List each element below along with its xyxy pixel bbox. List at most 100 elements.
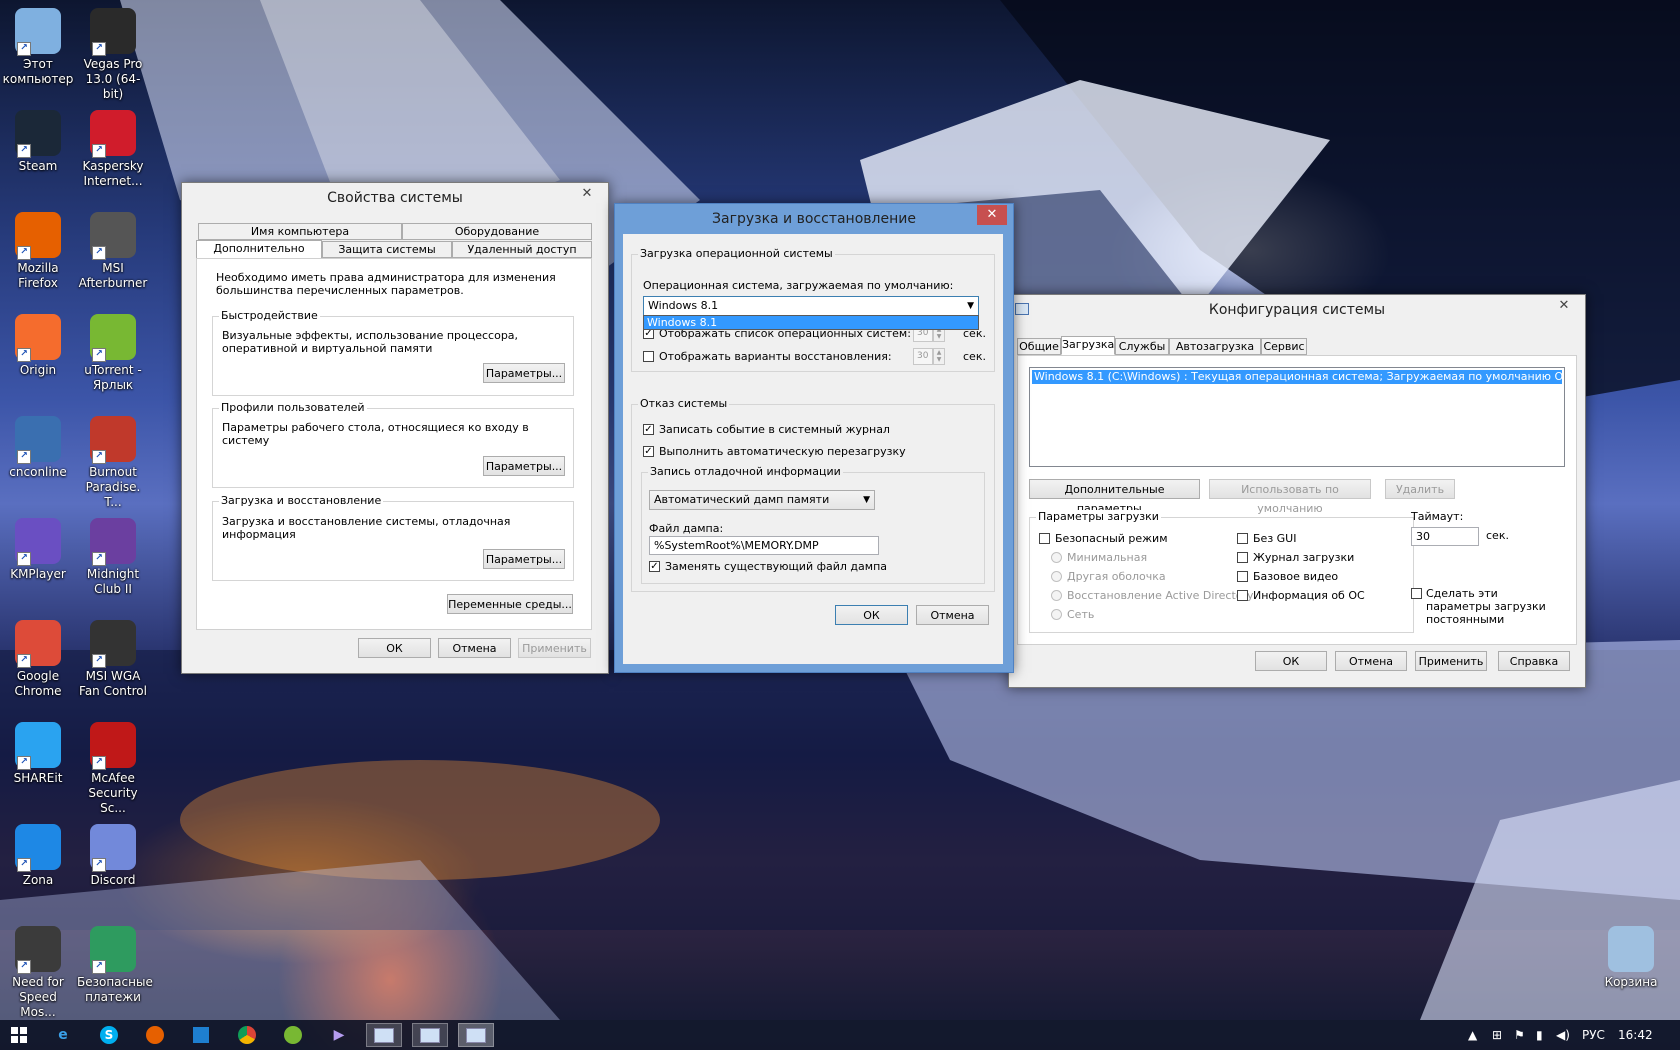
- title-bar[interactable]: Конфигурация системы ✕: [1009, 295, 1585, 325]
- taskbar-window-3[interactable]: [458, 1023, 494, 1047]
- desktop-icon-nfs[interactable]: ↗ Need for Speed Mos...: [2, 926, 74, 1020]
- close-button[interactable]: ✕: [1549, 296, 1579, 316]
- taskbar-window-2[interactable]: [412, 1023, 448, 1047]
- taskbar-skype-icon[interactable]: S: [94, 1023, 124, 1047]
- desktop-icon-burnout[interactable]: ↗ Burnout Paradise. T...: [77, 416, 149, 510]
- taskbar-kmplayer-icon[interactable]: ▶: [324, 1023, 354, 1047]
- tab-boot[interactable]: Загрузка: [1061, 336, 1115, 355]
- profiles-params-button[interactable]: Параметры...: [483, 456, 565, 476]
- boot-entry-selected[interactable]: Windows 8.1 (C:\Windows) : Текущая опера…: [1032, 370, 1562, 384]
- tray-clock[interactable]: 16:42: [1618, 1028, 1653, 1042]
- minimal-radio[interactable]: [1051, 552, 1062, 563]
- dropdown-list[interactable]: Windows 8.1: [643, 315, 979, 330]
- start-button[interactable]: [4, 1023, 34, 1047]
- auto-restart-checkbox[interactable]: ✓: [643, 446, 654, 457]
- ok-button[interactable]: ОК: [1255, 651, 1327, 671]
- cancel-button[interactable]: Отмена: [916, 605, 989, 625]
- tab-computer-name[interactable]: Имя компьютера: [198, 223, 402, 240]
- tab-remote[interactable]: Удаленный доступ: [452, 241, 592, 258]
- taskbar-window-1[interactable]: [366, 1023, 402, 1047]
- tray-language[interactable]: РУС: [1582, 1028, 1605, 1042]
- timeout-input[interactable]: 30: [1411, 527, 1479, 546]
- fancontrol-icon: ↗: [90, 620, 136, 668]
- tray-arrow-icon[interactable]: ▲: [1468, 1028, 1477, 1042]
- tab-general[interactable]: Общие: [1017, 338, 1061, 355]
- desktop-icon-vegas[interactable]: ↗ Vegas Pro 13.0 (64-bit): [77, 8, 149, 102]
- dump-file-input[interactable]: %SystemRoot%\MEMORY.DMP: [649, 536, 879, 555]
- advanced-options-button[interactable]: Дополнительные параметры...: [1029, 479, 1200, 515]
- desktop-icon-safe-payments[interactable]: ↗ Безопасные платежи: [77, 926, 153, 1005]
- desktop-icon-midnightclub[interactable]: ↗ Midnight Club II: [77, 518, 149, 597]
- apply-button[interactable]: Применить: [518, 638, 591, 658]
- tray-network-icon[interactable]: ▮: [1536, 1028, 1543, 1042]
- ok-button[interactable]: ОК: [835, 605, 908, 625]
- desktop-icon-shareit[interactable]: ↗ SHAREit: [2, 722, 74, 786]
- cancel-button[interactable]: Отмена: [1335, 651, 1407, 671]
- desktop-icon-mcafee[interactable]: ↗ McAfee Security Sc...: [77, 722, 149, 816]
- tray-flag-icon[interactable]: ⚑: [1514, 1028, 1525, 1042]
- help-button[interactable]: Справка: [1498, 651, 1570, 671]
- ad-repair-radio[interactable]: [1051, 590, 1062, 601]
- recovery-timeout-input[interactable]: 30: [913, 348, 933, 365]
- desktop-icon-firefox[interactable]: ↗ Mozilla Firefox: [2, 212, 74, 291]
- tab-tools[interactable]: Сервис: [1261, 338, 1307, 355]
- desktop-icon-steam[interactable]: ↗ Steam: [2, 110, 74, 174]
- safe-boot-checkbox[interactable]: [1039, 533, 1050, 544]
- taskbar-app-icon[interactable]: [186, 1023, 216, 1047]
- write-event-checkbox[interactable]: ✓: [643, 424, 654, 435]
- tray-windows-icon[interactable]: ⊞: [1492, 1028, 1502, 1042]
- ok-button[interactable]: ОК: [358, 638, 431, 658]
- close-button[interactable]: ✕: [572, 184, 602, 204]
- title-bar[interactable]: Свойства системы ✕: [182, 183, 608, 213]
- overwrite-checkbox[interactable]: ✓: [649, 561, 660, 572]
- default-os-dropdown[interactable]: Windows 8.1 ▼: [643, 296, 979, 316]
- dropdown-option[interactable]: Windows 8.1: [644, 316, 978, 329]
- close-button[interactable]: ✕: [977, 205, 1007, 225]
- desktop-icon-origin[interactable]: ↗ Origin: [2, 314, 74, 378]
- set-default-button[interactable]: Использовать по умолчанию: [1209, 479, 1371, 515]
- taskbar-ie-icon[interactable]: e: [48, 1023, 78, 1047]
- alt-shell-radio[interactable]: [1051, 571, 1062, 582]
- desktop-icon-fancontrol[interactable]: ↗ MSI WGA Fan Control: [77, 620, 149, 699]
- delete-button[interactable]: Удалить: [1385, 479, 1455, 499]
- base-video-checkbox[interactable]: [1237, 571, 1248, 582]
- env-vars-button[interactable]: Переменные среды...: [447, 594, 573, 614]
- desktop-icon-label: Безопасные платежи: [77, 975, 153, 1004]
- desktop-icon-afterburner[interactable]: ↗ MSI Afterburner: [77, 212, 149, 291]
- window-title: Загрузка и восстановление: [712, 211, 916, 227]
- taskbar-firefox-icon[interactable]: [140, 1023, 170, 1047]
- cancel-button[interactable]: Отмена: [438, 638, 511, 658]
- desktop-icon-recycle-bin[interactable]: Корзина: [1595, 926, 1667, 990]
- boot-entries-list[interactable]: Windows 8.1 (C:\Windows) : Текущая опера…: [1029, 367, 1565, 467]
- apply-button[interactable]: Применить: [1415, 651, 1487, 671]
- no-gui-checkbox[interactable]: [1237, 533, 1248, 544]
- permanent-checkbox[interactable]: [1411, 588, 1422, 599]
- tab-startup[interactable]: Автозагрузка: [1169, 338, 1261, 355]
- tab-services[interactable]: Службы: [1115, 338, 1169, 355]
- tab-hardware[interactable]: Оборудование: [402, 223, 592, 240]
- desktop-icon-label: Need for Speed Mos...: [12, 975, 64, 1019]
- dump-file-label: Файл дампа:: [649, 522, 724, 535]
- show-recovery-checkbox[interactable]: [643, 351, 654, 362]
- recovery-timeout-spinner[interactable]: ▲ ▼: [933, 348, 945, 365]
- desktop-icon-discord[interactable]: ↗ Discord: [77, 824, 149, 888]
- desktop-icon-utorrent[interactable]: ↗ uTorrent - Ярлык: [77, 314, 149, 393]
- desktop-icon-computer[interactable]: ↗ Этот компьютер: [2, 8, 74, 87]
- desktop-icon-chrome[interactable]: ↗ Google Chrome: [2, 620, 74, 699]
- performance-params-button[interactable]: Параметры...: [483, 363, 565, 383]
- desktop-icon-kmplayer[interactable]: ↗ KMPlayer: [2, 518, 74, 582]
- taskbar-utorrent-icon[interactable]: [278, 1023, 308, 1047]
- desktop-icon-cnconline[interactable]: ↗ cnconline: [2, 416, 74, 480]
- dump-type-dropdown[interactable]: Автоматический дамп памяти ▼: [649, 490, 875, 510]
- tab-advanced[interactable]: Дополнительно: [196, 240, 322, 259]
- network-radio[interactable]: [1051, 609, 1062, 620]
- os-info-checkbox[interactable]: [1237, 590, 1248, 601]
- boot-log-checkbox[interactable]: [1237, 552, 1248, 563]
- desktop-icon-zona[interactable]: ↗ Zona: [2, 824, 74, 888]
- boot-recovery-params-button[interactable]: Параметры...: [483, 549, 565, 569]
- tab-system-protection[interactable]: Защита системы: [322, 241, 452, 258]
- desktop-icon-kaspersky[interactable]: ↗ Kaspersky Internet...: [77, 110, 149, 189]
- taskbar-chrome-icon[interactable]: [232, 1023, 262, 1047]
- tray-volume-icon[interactable]: ◀): [1556, 1028, 1570, 1042]
- title-bar[interactable]: Загрузка и восстановление ✕: [615, 204, 1013, 234]
